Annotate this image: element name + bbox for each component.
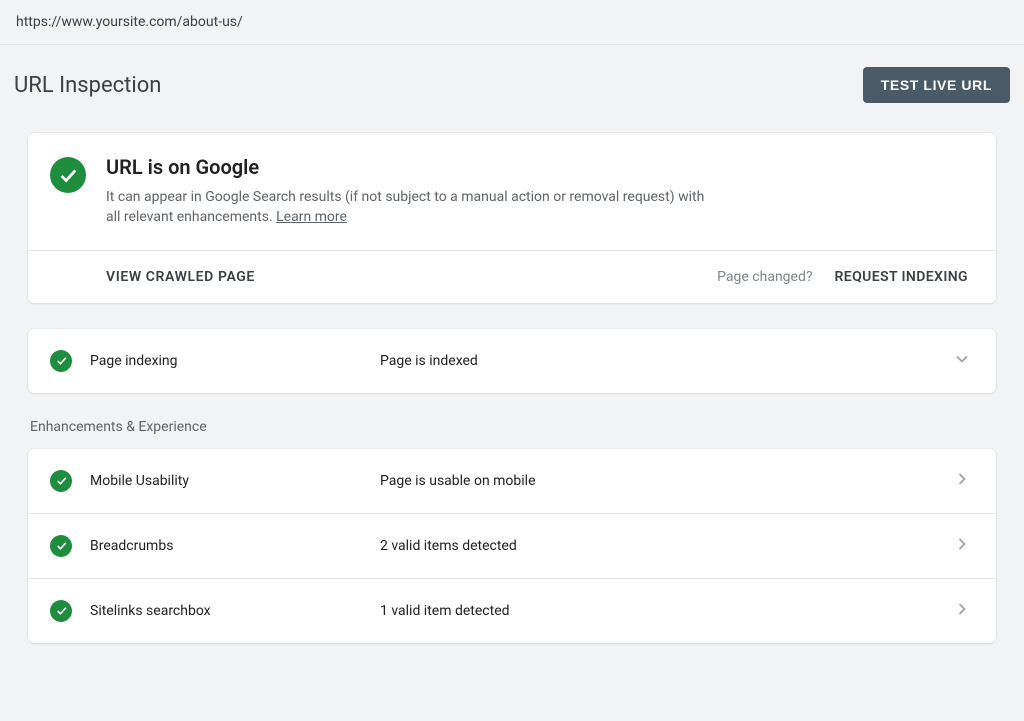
- chevron-right-icon: [952, 534, 972, 558]
- chevron-right-icon: [952, 599, 972, 623]
- chevron-down-icon: [952, 349, 972, 373]
- status-description: It can appear in Google Search results (…: [106, 187, 706, 228]
- learn-more-link[interactable]: Learn more: [276, 209, 347, 225]
- check-icon: [50, 350, 72, 372]
- status-card-main: URL is on Google It can appear in Google…: [28, 133, 996, 250]
- status-card-body: URL is on Google It can appear in Google…: [106, 155, 968, 228]
- chevron-right-icon: [952, 469, 972, 493]
- row-value: Page is indexed: [380, 353, 952, 369]
- row-value: Page is usable on mobile: [380, 473, 952, 489]
- request-indexing-button[interactable]: REQUEST INDEXING: [834, 269, 968, 285]
- url-bar[interactable]: https://www.yoursite.com/about-us/: [0, 0, 1024, 45]
- page-indexing-card: Page indexing Page is indexed: [28, 329, 996, 393]
- status-card-footer: VIEW CRAWLED PAGE Page changed? REQUEST …: [28, 250, 996, 303]
- row-label: Breadcrumbs: [90, 538, 380, 554]
- row-label: Mobile Usability: [90, 473, 380, 489]
- status-desc-text: It can appear in Google Search results (…: [106, 189, 704, 225]
- sitelinks-searchbox-row[interactable]: Sitelinks searchbox 1 valid item detecte…: [28, 578, 996, 643]
- status-title: URL is on Google: [106, 155, 968, 179]
- content-area: URL is on Google It can appear in Google…: [0, 113, 1024, 643]
- test-live-url-button[interactable]: TEST LIVE URL: [863, 67, 1010, 103]
- page-indexing-row[interactable]: Page indexing Page is indexed: [28, 329, 996, 393]
- check-icon: [50, 535, 72, 557]
- check-icon: [50, 600, 72, 622]
- check-icon: [50, 157, 86, 193]
- page-title: URL Inspection: [14, 73, 161, 98]
- enhancements-list: Mobile Usability Page is usable on mobil…: [28, 449, 996, 643]
- enhancements-section-label: Enhancements & Experience: [28, 419, 996, 449]
- page-changed-label: Page changed?: [717, 269, 812, 285]
- row-value: 2 valid items detected: [380, 538, 952, 554]
- status-card: URL is on Google It can appear in Google…: [28, 133, 996, 303]
- mobile-usability-row[interactable]: Mobile Usability Page is usable on mobil…: [28, 449, 996, 513]
- breadcrumbs-row[interactable]: Breadcrumbs 2 valid items detected: [28, 513, 996, 578]
- view-crawled-page-button[interactable]: VIEW CRAWLED PAGE: [106, 269, 255, 285]
- row-label: Page indexing: [90, 353, 380, 369]
- header: URL Inspection TEST LIVE URL: [0, 45, 1024, 113]
- check-icon: [50, 470, 72, 492]
- row-label: Sitelinks searchbox: [90, 603, 380, 619]
- row-value: 1 valid item detected: [380, 603, 952, 619]
